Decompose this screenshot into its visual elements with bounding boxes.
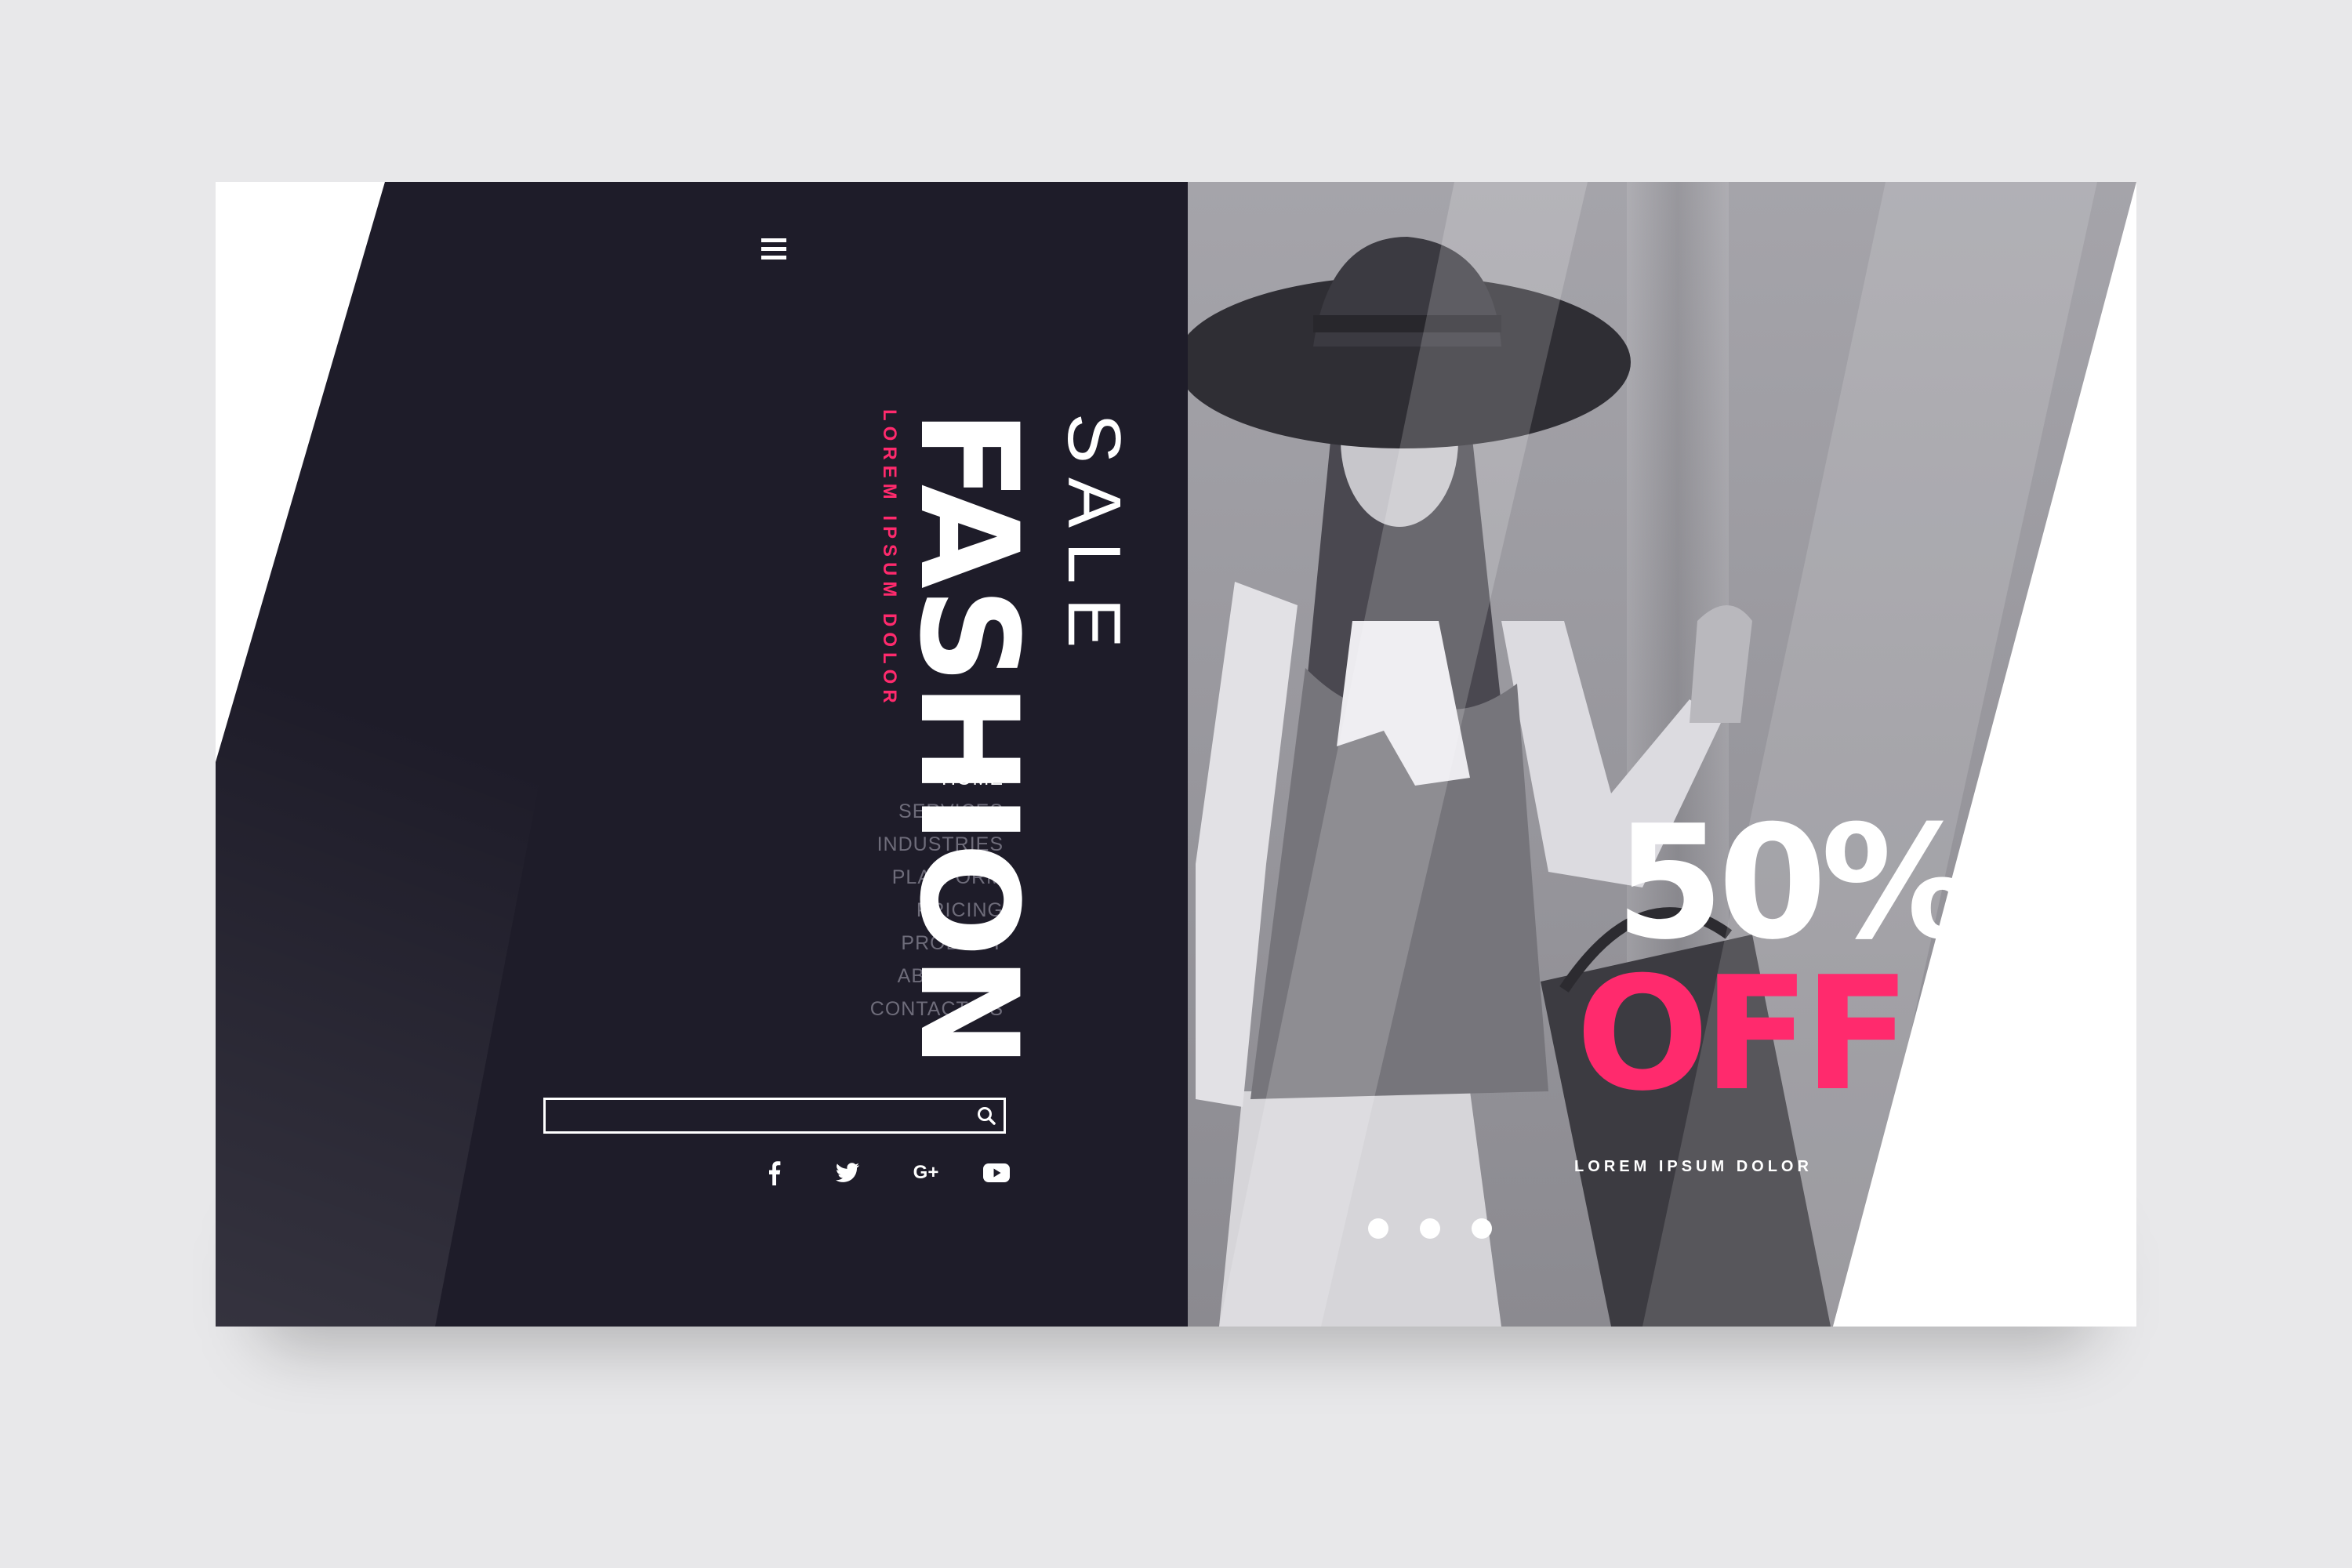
model-hand [1690,605,1752,723]
search-button[interactable] [969,1100,1004,1131]
twitter-link[interactable] [830,1157,865,1189]
search-box [543,1098,1006,1134]
page-background: HOME SERVICES INDUSTRIES PLATFORM PRICIN… [0,0,2352,1568]
search-input[interactable] [546,1100,969,1131]
google-plus-link[interactable]: G+ [909,1157,943,1189]
social-links: G+ [757,1157,1015,1189]
carousel-dot[interactable] [1472,1218,1492,1239]
hero-title: FASHION [890,409,1047,1067]
facebook-link[interactable] [757,1157,791,1189]
promo-percent: 50% [1615,792,1978,975]
hero-subtitle: SALE [1052,413,1136,662]
carousel-dot[interactable] [1420,1218,1440,1239]
google-plus-icon: G+ [913,1162,939,1183]
promo-tagline: LOREM IPSUM DOLOR [1574,1158,1813,1175]
twitter-icon [835,1163,860,1182]
search-icon [978,1107,996,1125]
promo-off: OFF [1576,943,1911,1126]
carousel-dots [1368,1218,1494,1242]
hamburger-menu-icon[interactable] [761,238,786,260]
youtube-link[interactable] [979,1157,1014,1189]
youtube-icon [983,1163,1010,1182]
landing-card: HOME SERVICES INDUSTRIES PLATFORM PRICIN… [216,182,2136,1327]
carousel-dot[interactable] [1368,1218,1388,1239]
facebook-icon [769,1161,781,1185]
